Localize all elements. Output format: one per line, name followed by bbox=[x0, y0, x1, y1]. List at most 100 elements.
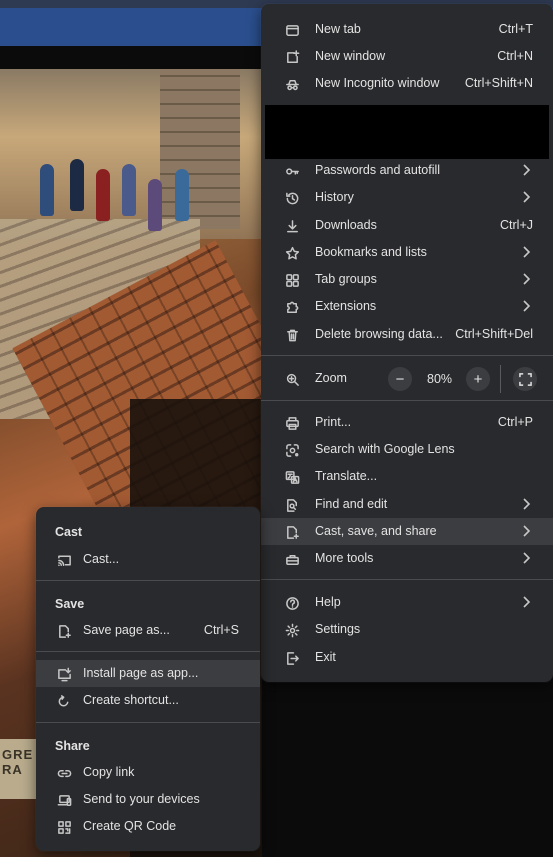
menu-item-translate[interactable]: Translate... bbox=[261, 463, 553, 490]
share-heading: Share bbox=[55, 739, 90, 753]
menu-item-passwords[interactable]: Passwords and autofill bbox=[261, 157, 553, 184]
toolbox-icon bbox=[283, 550, 301, 568]
create-shortcut-label: Create shortcut... bbox=[83, 693, 179, 707]
history-label: History bbox=[315, 190, 354, 204]
zoom-level: 80% bbox=[427, 372, 453, 386]
cast-icon bbox=[55, 551, 73, 569]
exit-label: Exit bbox=[315, 650, 336, 664]
submenu-item-send-devices[interactable]: Send to your devices bbox=[36, 786, 260, 813]
menu-item-find-edit[interactable]: Find and edit bbox=[261, 491, 553, 518]
fullscreen-button[interactable] bbox=[513, 367, 537, 391]
submenu-item-create-shortcut[interactable]: Create shortcut... bbox=[36, 687, 260, 714]
exit-icon bbox=[283, 649, 301, 667]
new-incognito-label: New Incognito window bbox=[315, 76, 440, 90]
menu-item-extensions[interactable]: Extensions bbox=[261, 293, 553, 320]
chevron-right-icon bbox=[521, 190, 531, 204]
send-devices-label: Send to your devices bbox=[83, 792, 200, 806]
find-page-icon bbox=[283, 496, 301, 514]
save-page-label: Save page as... bbox=[83, 623, 170, 637]
tab-groups-icon bbox=[283, 271, 301, 289]
menu-item-downloads[interactable]: Downloads Ctrl+J bbox=[261, 212, 553, 239]
devices-icon bbox=[55, 791, 73, 809]
trash-icon bbox=[283, 326, 301, 344]
chevron-right-icon bbox=[521, 497, 531, 511]
cast-heading: Cast bbox=[55, 525, 83, 539]
submenu-divider bbox=[36, 651, 260, 652]
painting-sign: GRE RA bbox=[0, 739, 36, 799]
save-heading: Save bbox=[55, 597, 85, 611]
submenu-item-qr-code[interactable]: Create QR Code bbox=[36, 813, 260, 840]
menu-item-delete-browsing-data[interactable]: Delete browsing data... Ctrl+Shift+Del bbox=[261, 321, 553, 348]
painting-figure bbox=[148, 179, 162, 231]
submenu-divider bbox=[36, 580, 260, 581]
chevron-right-icon bbox=[521, 163, 531, 177]
painting-tower bbox=[160, 69, 240, 229]
find-edit-label: Find and edit bbox=[315, 497, 388, 511]
menu-item-bookmarks[interactable]: Bookmarks and lists bbox=[261, 239, 553, 266]
new-incognito-shortcut: Ctrl+Shift+N bbox=[464, 76, 533, 90]
lens-icon bbox=[283, 441, 301, 459]
cast-label: Cast... bbox=[83, 552, 120, 566]
zoom-out-button[interactable]: − bbox=[388, 367, 412, 391]
new-window-shortcut: Ctrl+N bbox=[497, 49, 533, 63]
menu-item-exit[interactable]: Exit bbox=[261, 644, 553, 671]
chevron-right-icon bbox=[521, 272, 531, 286]
settings-label: Settings bbox=[315, 622, 361, 636]
puzzle-icon bbox=[283, 298, 301, 316]
print-shortcut: Ctrl+P bbox=[497, 415, 533, 429]
submenu-item-save-page[interactable]: Save page as... Ctrl+S bbox=[36, 617, 260, 644]
help-icon bbox=[283, 594, 301, 612]
submenu-item-copy-link[interactable]: Copy link bbox=[36, 759, 260, 786]
painting-sign-text: GRE RA bbox=[2, 747, 34, 777]
link-icon bbox=[55, 764, 73, 782]
menu-item-print[interactable]: Print... Ctrl+P bbox=[261, 409, 553, 436]
new-tab-shortcut: Ctrl+T bbox=[498, 22, 533, 36]
menu-item-new-window[interactable]: New window Ctrl+N bbox=[261, 43, 553, 70]
qr-code-icon bbox=[55, 818, 73, 836]
menu-item-google-lens[interactable]: Search with Google Lens bbox=[261, 436, 553, 463]
menu-item-new-incognito[interactable]: New Incognito window Ctrl+Shift+N bbox=[261, 70, 553, 97]
incognito-icon bbox=[283, 75, 301, 93]
zoom-in-button[interactable]: + bbox=[466, 367, 490, 391]
chevron-right-icon bbox=[521, 245, 531, 259]
downloads-shortcut: Ctrl+J bbox=[500, 218, 533, 232]
menu-item-new-tab[interactable]: New tab Ctrl+T bbox=[261, 16, 553, 43]
menu-divider bbox=[261, 355, 553, 356]
translate-label: Translate... bbox=[315, 469, 378, 483]
menu-item-help[interactable]: Help bbox=[261, 589, 553, 616]
download-icon bbox=[283, 217, 301, 235]
submenu-divider bbox=[36, 722, 260, 723]
chevron-right-icon bbox=[521, 551, 531, 565]
save-share-icon bbox=[283, 523, 301, 541]
lens-label: Search with Google Lens bbox=[315, 442, 455, 456]
qr-code-label: Create QR Code bbox=[83, 819, 177, 833]
install-app-label: Install page as app... bbox=[83, 666, 199, 680]
menu-item-cast-save-share[interactable]: Cast, save, and share bbox=[261, 518, 553, 545]
install-app-icon bbox=[55, 665, 73, 683]
painting-figure bbox=[70, 159, 84, 211]
submenu-item-cast[interactable]: Cast... bbox=[36, 546, 260, 573]
history-icon bbox=[283, 189, 301, 207]
print-label: Print... bbox=[315, 415, 352, 429]
delete-data-shortcut: Ctrl+Shift+Del bbox=[455, 327, 533, 341]
star-icon bbox=[283, 244, 301, 262]
key-icon bbox=[283, 162, 301, 180]
gear-icon bbox=[283, 621, 301, 639]
new-window-label: New window bbox=[315, 49, 386, 63]
menu-item-tab-groups[interactable]: Tab groups bbox=[261, 266, 553, 293]
zoom-divider bbox=[500, 365, 501, 393]
printer-icon bbox=[283, 414, 301, 432]
zoom-icon bbox=[283, 370, 301, 388]
chevron-right-icon bbox=[521, 595, 531, 609]
cast-save-share-label: Cast, save, and share bbox=[315, 524, 437, 538]
menu-item-more-tools[interactable]: More tools bbox=[261, 545, 553, 572]
delete-data-label: Delete browsing data... bbox=[315, 327, 443, 341]
menu-item-settings[interactable]: Settings bbox=[261, 616, 553, 643]
help-label: Help bbox=[315, 595, 341, 609]
chevron-right-icon bbox=[521, 299, 531, 313]
menu-item-history[interactable]: History bbox=[261, 184, 553, 211]
tab-groups-label: Tab groups bbox=[315, 272, 377, 286]
extensions-label: Extensions bbox=[315, 299, 377, 313]
more-tools-label: More tools bbox=[315, 551, 374, 565]
submenu-item-install-app[interactable]: Install page as app... bbox=[36, 660, 260, 687]
